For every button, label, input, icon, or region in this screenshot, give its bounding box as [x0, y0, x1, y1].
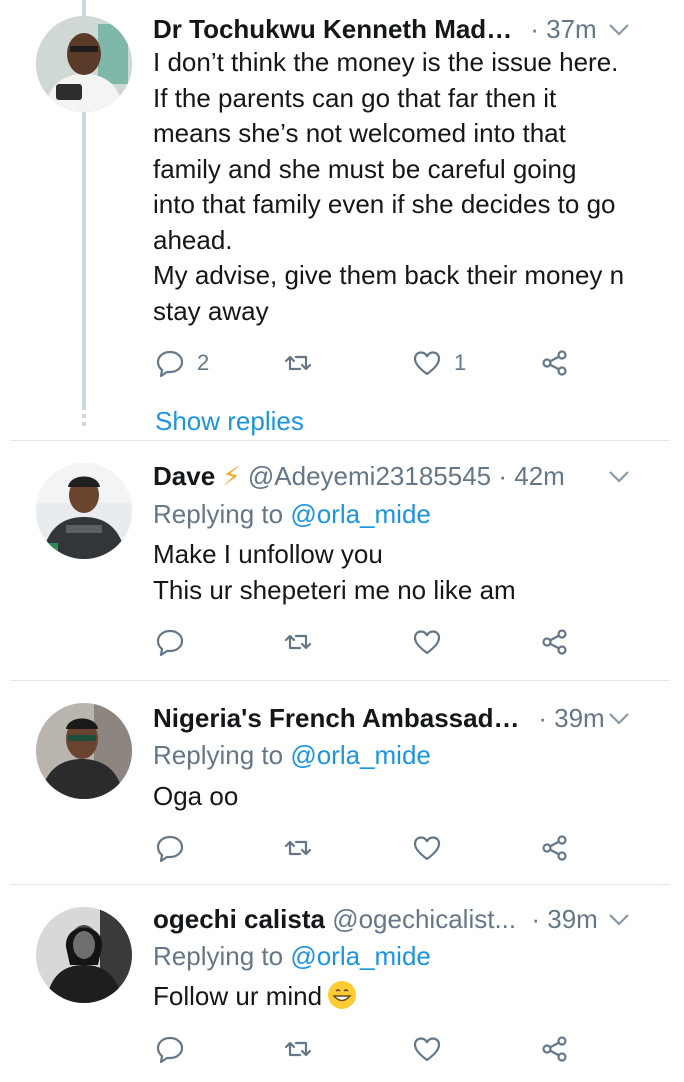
replying-handle-link[interactable]: @orla_mide [290, 740, 431, 770]
like-count: 1 [454, 350, 467, 375]
tweet-line: This ur shepeteri me no like am [153, 574, 516, 605]
retweet-button[interactable] [283, 622, 313, 662]
caret-down-icon[interactable] [606, 701, 632, 735]
reply-icon [156, 629, 184, 657]
tweet-1[interactable]: Dr Tochukwu Kenneth Maduka · 37m I don’t… [0, 0, 684, 440]
tweet-text: Follow ur mind [153, 979, 663, 1015]
tweet-line: Make I unfollow you [153, 539, 383, 569]
share-button[interactable] [540, 828, 570, 868]
share-button[interactable] [540, 1029, 570, 1069]
like-button[interactable] [412, 622, 442, 662]
timestamp[interactable]: · 39m [531, 904, 597, 934]
author-name[interactable]: Nigeria's French Ambassado... [153, 701, 523, 735]
replying-handle-link[interactable]: @orla_mide [290, 499, 431, 529]
reply-icon [156, 835, 184, 863]
like-icon [413, 630, 441, 655]
retweet-icon [284, 1041, 312, 1057]
tweet-line: I don’t think the money is the issue her… [153, 47, 619, 77]
retweet-icon [284, 355, 312, 371]
author-handle[interactable]: @Adeyemi23185545 [248, 461, 491, 491]
replying-to: Replying to @orla_mide [153, 738, 431, 772]
share-icon [542, 629, 567, 655]
tweet-header: Dave ⚡ @Adeyemi23185545 · 42m [153, 459, 672, 493]
tweet-actions: 2 1 [155, 343, 585, 383]
tweet-text: Make I unfollow you This ur shepeteri me… [153, 537, 663, 608]
tweet-header: Dr Tochukwu Kenneth Maduka · 37m [153, 12, 672, 46]
like-icon [413, 1037, 441, 1062]
retweet-button[interactable] [283, 343, 313, 383]
timestamp[interactable]: · 37m [530, 14, 596, 44]
tweet-header: Nigeria's French Ambassado... · 39m [153, 701, 672, 735]
share-button[interactable] [540, 622, 570, 662]
tweet-3[interactable]: Nigeria's French Ambassado... · 39m Repl… [0, 681, 684, 883]
tweet-line: If the parents can go that far then it [153, 82, 557, 113]
caret-down-icon[interactable] [606, 12, 632, 46]
tweet-2[interactable]: Dave ⚡ @Adeyemi23185545 · 42m Replying t… [0, 441, 684, 679]
replying-to: Replying to @orla_mide [153, 497, 431, 531]
avatar[interactable] [36, 463, 132, 559]
replying-to: Replying to @orla_mide [153, 939, 431, 973]
tweet-line: into that family even if she decides to … [153, 189, 616, 219]
share-icon [542, 350, 567, 376]
timestamp[interactable]: · 42m [498, 461, 564, 491]
reply-button[interactable]: 2 [155, 343, 209, 383]
tweet-line: Oga oo [153, 781, 239, 811]
reply-button[interactable] [155, 828, 185, 868]
like-icon [413, 351, 441, 376]
tweet-line: stay away [153, 295, 269, 326]
tweet-4[interactable]: ogechi calista @ogechicalist... · 39m Re… [0, 885, 684, 1082]
tweet-actions [155, 622, 585, 662]
tweet-header: ogechi calista @ogechicalist... · 39m [153, 902, 672, 936]
replying-prefix: Replying to [153, 941, 284, 971]
share-icon [542, 1036, 567, 1062]
lightning-icon: ⚡ [222, 461, 241, 491]
tweet-line: family and she must be careful going [153, 153, 577, 184]
avatar[interactable] [36, 703, 132, 799]
thread-dots [82, 406, 86, 430]
author-handle[interactable]: @ogechicalist... [332, 904, 516, 934]
reply-icon [156, 1036, 184, 1064]
caret-down-icon[interactable] [606, 902, 632, 936]
like-icon [413, 836, 441, 861]
avatar[interactable] [36, 907, 132, 1003]
grinning-emoji-icon [328, 981, 357, 1009]
tweet-line: My advise, give them back their money n [153, 260, 625, 290]
reply-button[interactable] [155, 622, 185, 662]
avatar[interactable] [36, 16, 132, 112]
share-button[interactable] [540, 343, 570, 383]
retweet-button[interactable] [283, 828, 313, 868]
tweet-actions [155, 1029, 585, 1069]
timestamp[interactable]: · 39m [538, 703, 604, 733]
reply-icon [156, 350, 184, 378]
author-name[interactable]: Dr Tochukwu Kenneth Maduka [153, 12, 523, 46]
retweet-button[interactable] [283, 1029, 313, 1069]
replying-prefix: Replying to [153, 740, 284, 770]
retweet-icon [284, 840, 312, 856]
tweet-text: Oga oo [153, 779, 663, 815]
show-replies-link[interactable]: Show replies [155, 404, 304, 438]
like-button[interactable] [412, 828, 442, 868]
tweet-text: I don’t think the money is the issue her… [153, 45, 663, 329]
like-button[interactable]: 1 [412, 343, 466, 383]
retweet-icon [284, 634, 312, 650]
like-button[interactable] [412, 1029, 442, 1069]
tweet-line: means she’s not welcomed into that [153, 118, 566, 148]
tweet-line: ahead. [153, 224, 233, 255]
tweet-line: Follow ur mind [153, 981, 323, 1011]
author-name[interactable]: ogechi calista [153, 902, 325, 936]
caret-down-icon[interactable] [606, 459, 632, 493]
tweet-actions [155, 828, 585, 868]
replying-handle-link[interactable]: @orla_mide [290, 941, 431, 971]
author-name[interactable]: Dave [153, 459, 215, 493]
replying-prefix: Replying to [153, 499, 284, 529]
share-icon [542, 835, 567, 861]
reply-count: 2 [197, 350, 210, 375]
reply-button[interactable] [155, 1029, 185, 1069]
